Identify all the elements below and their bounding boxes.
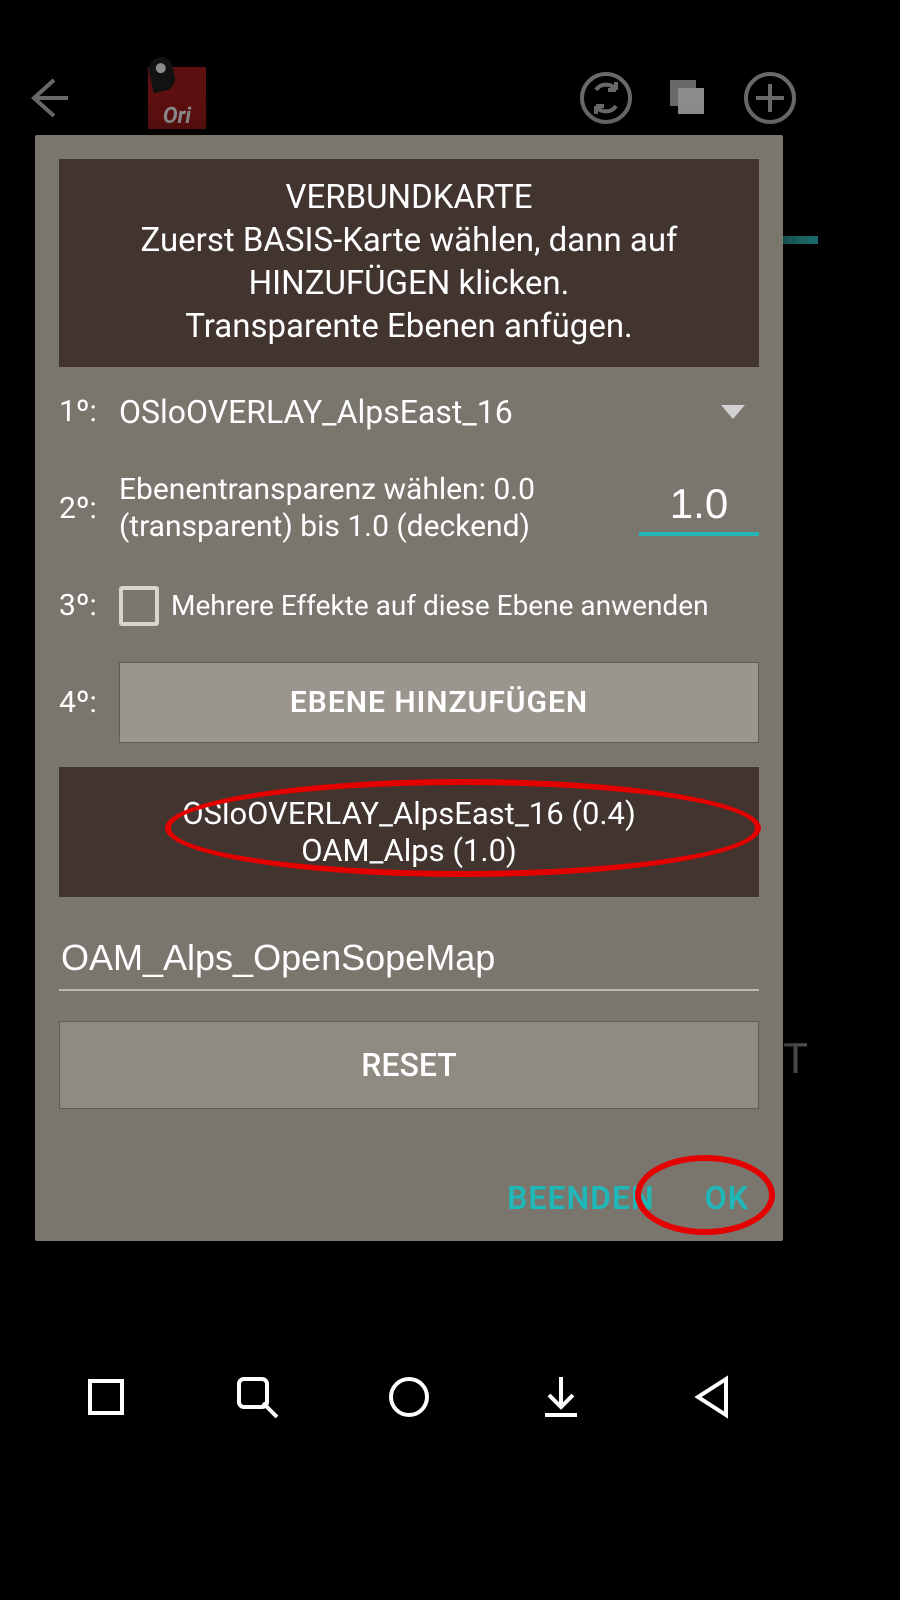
multiple-effects-checkbox[interactable] [119,586,159,626]
download-icon[interactable] [537,1373,585,1425]
transparency-label: Ebenentransparenz wählen: 0.0 (transpare… [119,471,559,546]
step-3-row: 3º: Mehrere Effekte auf diese Ebene anwe… [59,586,759,626]
reset-button[interactable]: RESET [59,1021,759,1109]
chevron-down-icon [721,405,745,419]
step-4-row: 4º: EBENE HINZUFÜGEN [59,662,759,743]
header-line-1: VERBUNDKARTE [87,177,731,220]
back-nav-icon[interactable] [688,1373,736,1425]
step-1-row: 1º: OSloOVERLAY_AlpsEast_16 [59,393,759,431]
composite-name-input[interactable] [59,927,759,991]
header-line-2: Zuerst BASIS-Karte wählen, dann auf HINZ… [87,220,731,306]
header-line-3: Transparente Ebenen anfügen. [87,306,731,349]
recent-apps-icon[interactable] [82,1373,130,1425]
ok-button[interactable]: OK [705,1179,749,1217]
dialog-actions: BEENDEN OK [59,1179,759,1217]
dialog-header: VERBUNDKARTE Zuerst BASIS-Karte wählen, … [59,159,759,367]
home-icon[interactable] [385,1373,433,1425]
status-bar [0,0,818,50]
multiple-effects-label: Mehrere Effekte auf diese Ebene anwenden [171,589,759,622]
step-4-ordinal: 4º: [59,685,107,720]
step-3-ordinal: 3º: [59,588,107,623]
step-2-row: 2º: Ebenentransparenz wählen: 0.0 (trans… [59,471,759,546]
search-icon[interactable] [233,1373,281,1425]
android-nav-bar [0,1341,818,1456]
step-1-ordinal: 1º: [59,394,107,429]
layer-line-2: OAM_Alps (1.0) [79,832,739,869]
composite-map-dialog: VERBUNDKARTE Zuerst BASIS-Karte wählen, … [35,135,783,1241]
add-layer-button[interactable]: EBENE HINZUFÜGEN [119,662,759,743]
transparency-input[interactable] [639,480,759,536]
base-map-dropdown[interactable]: OSloOVERLAY_AlpsEast_16 [119,393,759,431]
cancel-button[interactable]: BEENDEN [507,1179,655,1217]
step-2-ordinal: 2º: [59,491,107,526]
layer-line-1: OSloOVERLAY_AlpsEast_16 (0.4) [79,795,739,832]
dropdown-selected-value: OSloOVERLAY_AlpsEast_16 [119,393,513,431]
layers-summary: OSloOVERLAY_AlpsEast_16 (0.4) OAM_Alps (… [59,767,759,897]
modal-overlay: VERBUNDKARTE Zuerst BASIS-Karte wählen, … [0,55,818,1341]
